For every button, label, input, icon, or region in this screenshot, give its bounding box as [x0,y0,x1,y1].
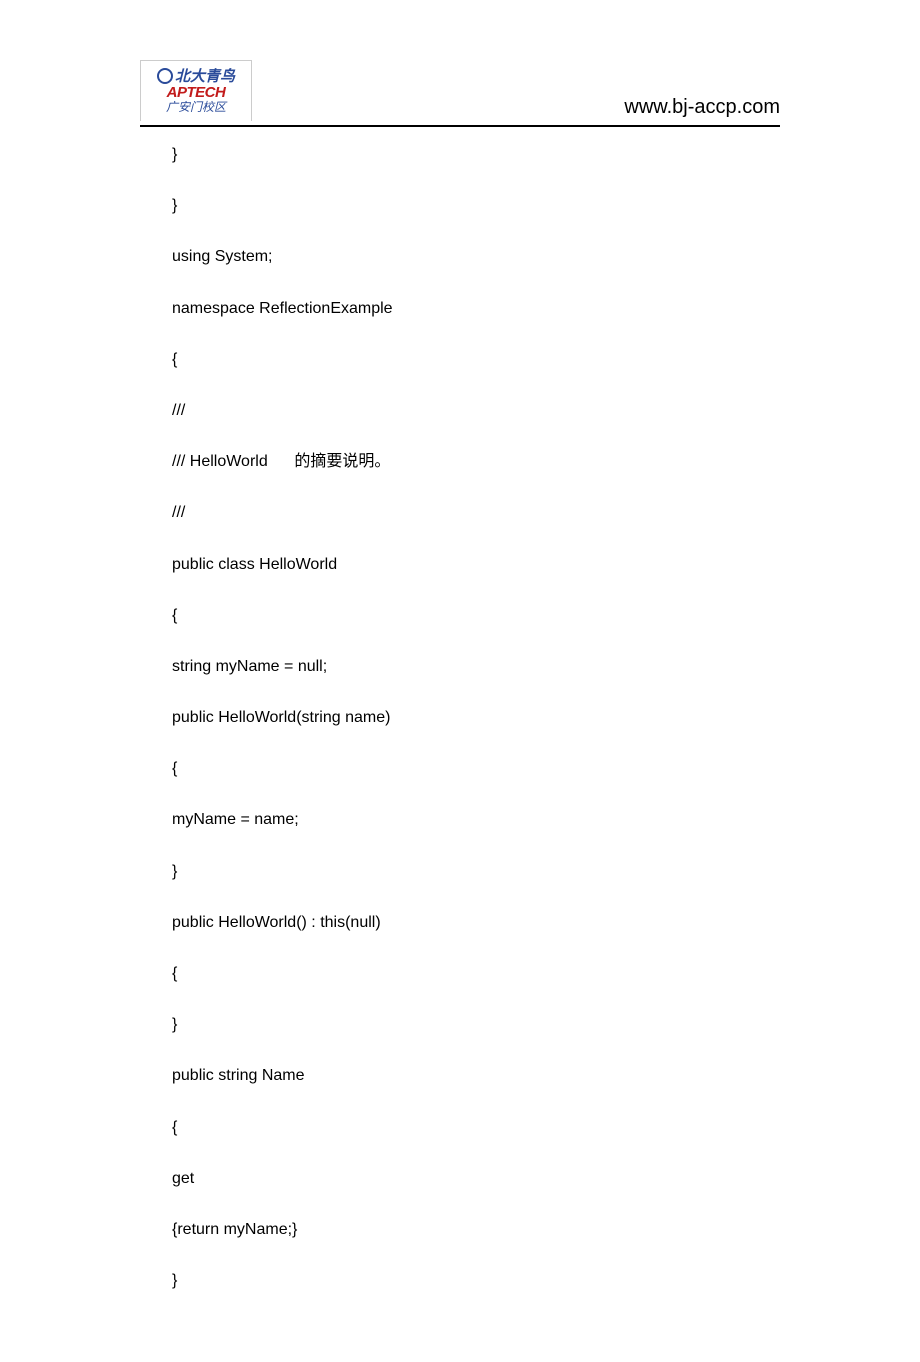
code-line: { [172,1118,780,1137]
code-line: public HelloWorld(string name) [172,708,780,727]
logo-text-1: 北大青鸟 [157,69,235,85]
code-line: namespace ReflectionExample [172,299,780,318]
code-line: string myName = null; [172,657,780,676]
code-line: { [172,759,780,778]
code-line: } [172,145,780,164]
code-line: } [172,1271,780,1290]
logo-text-3: 广安门校区 [166,101,226,114]
code-line: { [172,350,780,369]
code-line: { [172,606,780,625]
logo: 北大青鸟 APTECH 广安门校区 [140,60,252,121]
code-line: } [172,196,780,215]
page-header: 北大青鸟 APTECH 广安门校区 www.bj-accp.com [140,60,780,127]
code-line: /// [172,503,780,522]
code-line: /// [172,401,780,420]
code-line: public HelloWorld() : this(null) [172,913,780,932]
code-line: { [172,964,780,983]
code-line: } [172,862,780,881]
code-line: public string Name [172,1066,780,1085]
code-content: } } using System; namespace ReflectionEx… [140,145,780,1290]
code-line: } [172,1015,780,1034]
code-line: myName = name; [172,810,780,829]
code-line: /// HelloWorld 的摘要说明。 [172,452,780,471]
code-line: public class HelloWorld [172,555,780,574]
code-line: using System; [172,247,780,266]
logo-text-2: APTECH [167,85,226,101]
code-line: get [172,1169,780,1188]
document-page: 北大青鸟 APTECH 广安门校区 www.bj-accp.com } } us… [0,0,920,1362]
header-url: www.bj-accp.com [624,96,780,121]
code-line: {return myName;} [172,1220,780,1239]
